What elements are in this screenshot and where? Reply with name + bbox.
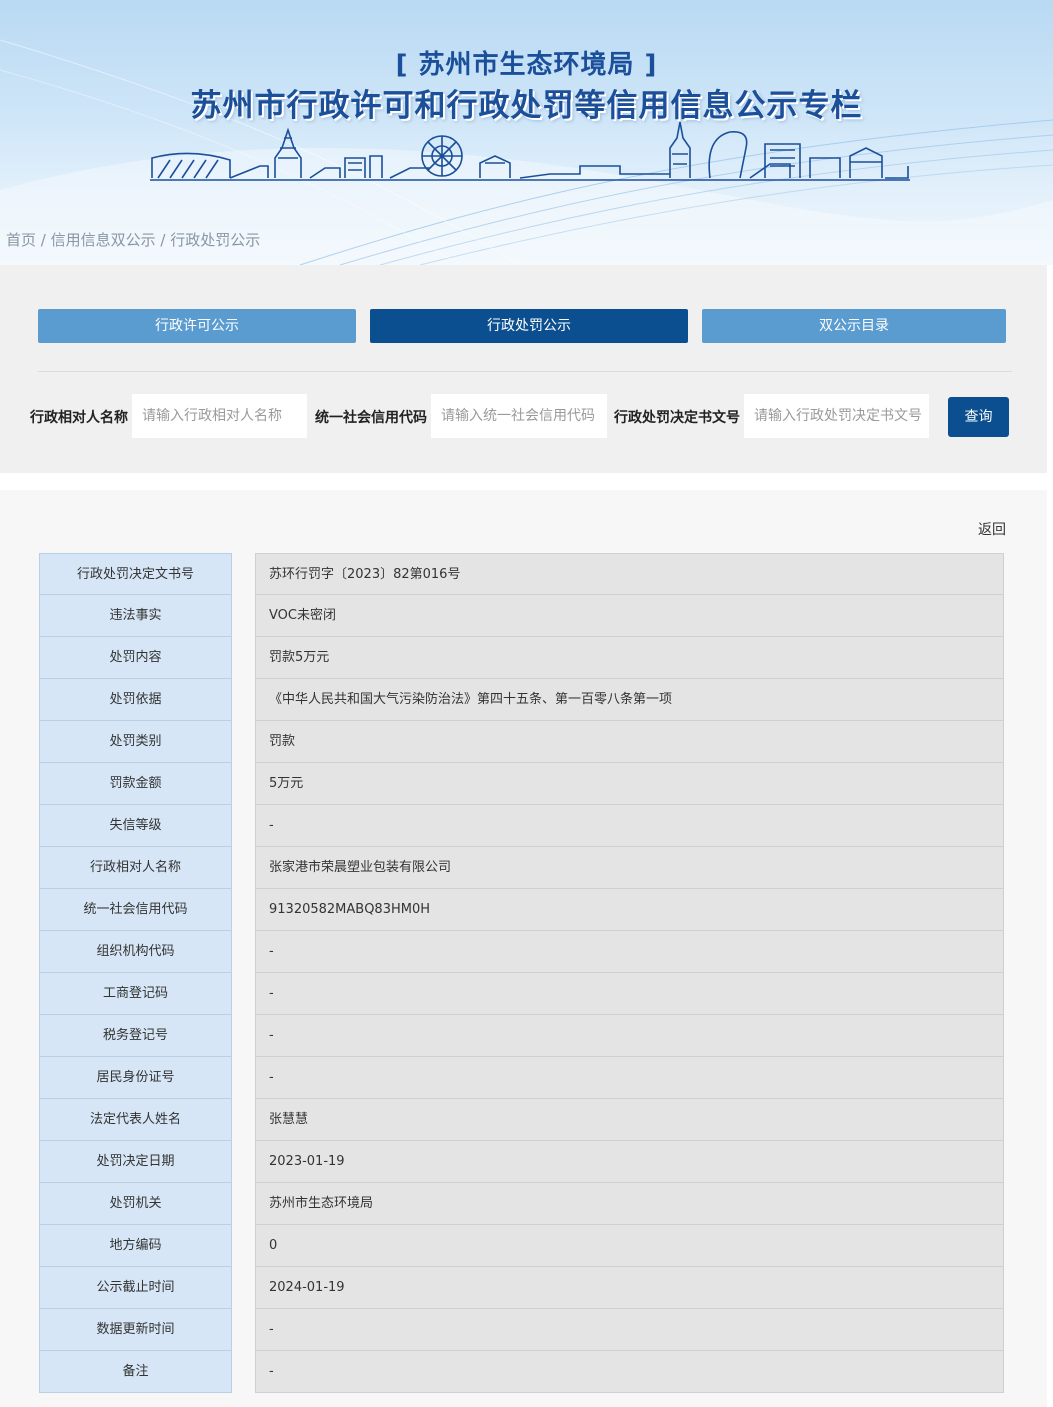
table-row: 行政相对人名称 张家港市荣晨塑业包装有限公司 — [39, 847, 1004, 889]
row-label: 行政处罚决定文书号 — [39, 553, 232, 595]
row-value: 91320582MABQ83HM0H — [255, 889, 1004, 931]
row-value: 2023-01-19 — [255, 1141, 1004, 1183]
back-link[interactable]: 返回 — [978, 519, 1006, 539]
row-label: 处罚内容 — [39, 637, 232, 679]
row-value: 0 — [255, 1225, 1004, 1267]
panel-divider — [38, 371, 1012, 372]
tab-catalog[interactable]: 双公示目录 — [702, 309, 1006, 343]
breadcrumb-separator: / — [155, 231, 171, 249]
table-row: 行政处罚决定文书号 苏环行罚字〔2023〕82第016号 — [39, 553, 1004, 595]
breadcrumb-home[interactable]: 首页 — [6, 231, 36, 249]
code-input[interactable] — [431, 394, 607, 438]
table-row: 处罚决定日期 2023-01-19 — [39, 1141, 1004, 1183]
table-row: 组织机构代码 - — [39, 931, 1004, 973]
table-row: 罚款金额 5万元 — [39, 763, 1004, 805]
row-label: 地方编码 — [39, 1225, 232, 1267]
row-value: 苏州市生态环境局 — [255, 1183, 1004, 1225]
row-label: 罚款金额 — [39, 763, 232, 805]
row-label: 公示截止时间 — [39, 1267, 232, 1309]
table-row: 失信等级 - — [39, 805, 1004, 847]
row-value: VOC未密闭 — [255, 595, 1004, 637]
row-label: 数据更新时间 — [39, 1309, 232, 1351]
table-row: 工商登记码 - — [39, 973, 1004, 1015]
table-row: 地方编码 0 — [39, 1225, 1004, 1267]
row-label: 违法事实 — [39, 595, 232, 637]
table-row: 公示截止时间 2024-01-19 — [39, 1267, 1004, 1309]
table-row: 居民身份证号 - — [39, 1057, 1004, 1099]
header-subtitle: [ 苏州市生态环境局 ] — [395, 50, 658, 80]
row-value: - — [255, 931, 1004, 973]
row-label: 工商登记码 — [39, 973, 232, 1015]
row-label: 处罚机关 — [39, 1183, 232, 1225]
table-row: 统一社会信用代码 91320582MABQ83HM0H — [39, 889, 1004, 931]
table-row: 法定代表人姓名 张慧慧 — [39, 1099, 1004, 1141]
breadcrumb: 首页 / 信用信息双公示 / 行政处罚公示 — [6, 229, 260, 250]
row-value: 《中华人民共和国大气污染防治法》第四十五条、第一百零八条第一项 — [255, 679, 1004, 721]
table-row: 处罚依据 《中华人民共和国大气污染防治法》第四十五条、第一百零八条第一项 — [39, 679, 1004, 721]
row-value: 张家港市荣晨塑业包装有限公司 — [255, 847, 1004, 889]
row-label: 税务登记号 — [39, 1015, 232, 1057]
table-row: 处罚机关 苏州市生态环境局 — [39, 1183, 1004, 1225]
table-row: 备注 - — [39, 1351, 1004, 1393]
row-label: 行政相对人名称 — [39, 847, 232, 889]
tab-penalty[interactable]: 行政处罚公示 — [370, 309, 688, 343]
row-label: 统一社会信用代码 — [39, 889, 232, 931]
row-label: 居民身份证号 — [39, 1057, 232, 1099]
tab-license[interactable]: 行政许可公示 — [38, 309, 356, 343]
row-value: 罚款5万元 — [255, 637, 1004, 679]
breadcrumb-level1[interactable]: 信用信息双公示 — [51, 231, 156, 249]
query-button[interactable]: 查询 — [948, 397, 1009, 437]
doc-label: 行政处罚决定书文号 — [614, 410, 740, 426]
header-banner: [ 苏州市生态环境局 ] 苏州市行政许可和行政处罚等信用信息公示专栏 首页 / … — [0, 0, 1053, 265]
breadcrumb-level2: 行政处罚公示 — [170, 231, 261, 249]
city-skyline-icon — [150, 121, 910, 181]
row-label: 失信等级 — [39, 805, 232, 847]
row-label: 处罚决定日期 — [39, 1141, 232, 1183]
row-label: 处罚依据 — [39, 679, 232, 721]
row-value: 2024-01-19 — [255, 1267, 1004, 1309]
row-label: 组织机构代码 — [39, 931, 232, 973]
breadcrumb-separator: / — [36, 231, 51, 249]
table-row: 处罚内容 罚款5万元 — [39, 637, 1004, 679]
row-label: 处罚类别 — [39, 721, 232, 763]
table-row: 处罚类别 罚款 — [39, 721, 1004, 763]
row-value: 苏环行罚字〔2023〕82第016号 — [255, 553, 1004, 595]
table-row: 税务登记号 - — [39, 1015, 1004, 1057]
code-label: 统一社会信用代码 — [315, 410, 427, 426]
row-value: - — [255, 973, 1004, 1015]
table-row: 违法事实 VOC未密闭 — [39, 595, 1004, 637]
row-value: - — [255, 1351, 1004, 1393]
table-row: 数据更新时间 - — [39, 1309, 1004, 1351]
doc-input[interactable] — [744, 394, 929, 438]
row-value: 5万元 — [255, 763, 1004, 805]
row-value: 罚款 — [255, 721, 1004, 763]
row-label: 法定代表人姓名 — [39, 1099, 232, 1141]
row-label: 备注 — [39, 1351, 232, 1393]
row-value: 张慧慧 — [255, 1099, 1004, 1141]
name-input[interactable] — [132, 394, 307, 438]
row-value: - — [255, 1015, 1004, 1057]
name-label: 行政相对人名称 — [30, 410, 128, 426]
row-value: - — [255, 1309, 1004, 1351]
search-panel: 行政许可公示 行政处罚公示 双公示目录 行政相对人名称 统一社会信用代码 行政处… — [0, 265, 1047, 473]
row-value: - — [255, 805, 1004, 847]
row-value: - — [255, 1057, 1004, 1099]
